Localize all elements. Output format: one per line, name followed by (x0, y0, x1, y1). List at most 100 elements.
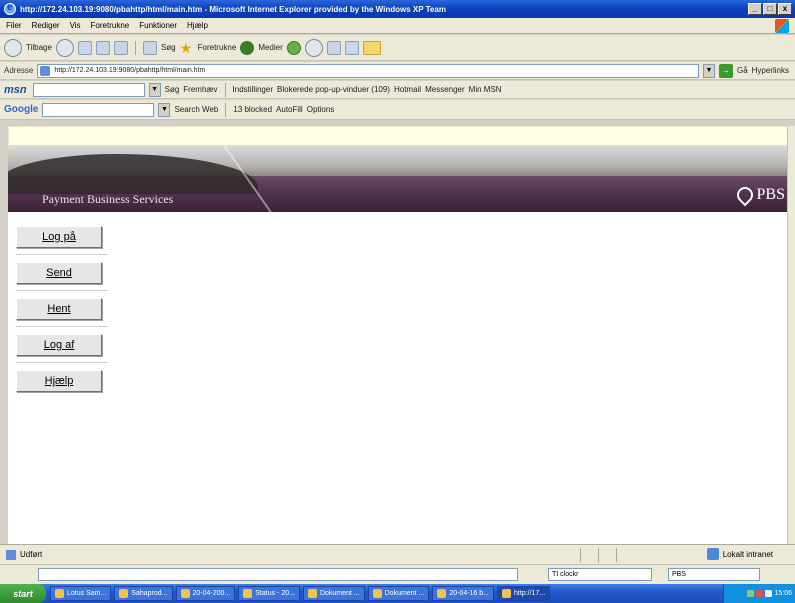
msn-popups-button[interactable]: Blokerede pop-up-vinduer (109) (277, 85, 390, 94)
status-separator (580, 548, 581, 562)
app-icon (243, 589, 253, 598)
back-arrow-icon[interactable] (4, 38, 22, 57)
msn-search-dropdown[interactable]: ▼ (148, 82, 161, 97)
close-button[interactable]: x (778, 3, 792, 15)
msn-search-input[interactable] (32, 82, 145, 97)
security-zone: Lokalt intranet (706, 548, 773, 560)
minimize-button[interactable]: _ (748, 3, 762, 15)
edit-icon[interactable] (344, 40, 359, 55)
search-button-label[interactable]: Søg (161, 43, 176, 52)
taskbar-item[interactable]: Lotus Sam... (50, 586, 112, 601)
pbs-logo-text: PBS (756, 186, 785, 203)
logout-button[interactable]: Log af (16, 334, 102, 356)
taskbar-item[interactable]: 20-04-200... (175, 586, 236, 601)
menu-tools[interactable]: Funktioner (139, 21, 177, 30)
page-icon (40, 65, 51, 76)
fetch-button[interactable]: Hent (16, 298, 102, 320)
forward-arrow-icon[interactable] (55, 38, 74, 57)
help-button[interactable]: Hjælp (16, 370, 102, 392)
taskbar: start Lotus Sam... Sahaprod... 20-04-200… (0, 584, 795, 603)
refresh-icon[interactable] (95, 40, 110, 55)
google-popup-blocker[interactable]: 13 blocked (233, 105, 272, 114)
ie-window: http://172.24.103.19:9080/pbahttp/html/m… (0, 0, 795, 603)
system-tray: 15:06 (723, 584, 795, 603)
login-button[interactable]: Log på (16, 226, 102, 248)
send-button[interactable]: Send (16, 262, 102, 284)
page-done-icon (6, 549, 16, 560)
intranet-icon (706, 548, 719, 560)
tray-icon[interactable] (756, 590, 764, 597)
taskbar-item-label: Dokument ... (384, 590, 425, 597)
taskbar-item[interactable]: Sahaprod... (114, 586, 173, 601)
msn-logo[interactable]: msn (4, 84, 27, 96)
app-icon (372, 589, 382, 598)
desktop-address-input[interactable] (38, 568, 518, 581)
taskbar-item[interactable]: 20-04-16 b... (432, 586, 495, 601)
title-bar: http://172.24.103.19:9080/pbahttp/html/m… (0, 0, 795, 18)
taskbar-item[interactable]: Dokument ... (367, 586, 430, 601)
mail-icon[interactable] (304, 38, 323, 57)
start-button[interactable]: start (0, 584, 46, 603)
print-icon[interactable] (326, 40, 341, 55)
links-label[interactable]: Hyperlinks (752, 66, 789, 75)
window-title: http://172.24.103.19:9080/pbahttp/html/m… (20, 4, 446, 14)
menu-view[interactable]: Vis (70, 21, 81, 30)
taskbar-item-label: Lotus Sam... (67, 590, 107, 597)
app-icon (119, 589, 129, 598)
menu-edit[interactable]: Rediger (32, 21, 60, 30)
maximize-button[interactable]: □ (763, 3, 777, 15)
taskbar-item-active[interactable]: http://17... (497, 586, 551, 601)
language-bar: TI clockr PBS (0, 564, 795, 584)
favorites-star-icon[interactable]: ★ (180, 41, 194, 55)
nav-divider (16, 254, 108, 255)
tray-icon[interactable] (747, 590, 755, 597)
vertical-scrollbar[interactable] (787, 126, 795, 544)
stop-icon[interactable] (77, 40, 92, 55)
favorites-button-label[interactable]: Foretrukne (198, 43, 237, 52)
menu-file[interactable]: Filer (6, 21, 22, 30)
google-autofill-button[interactable]: AutoFill (276, 105, 303, 114)
ie-icon (502, 589, 512, 598)
msn-messenger-button[interactable]: Messenger (425, 85, 465, 94)
taskbar-item[interactable]: Status - 20... (238, 586, 300, 601)
google-logo[interactable]: Google (4, 104, 38, 115)
app-icon (55, 589, 64, 598)
media-icon[interactable] (240, 40, 255, 55)
google-options-button[interactable]: Options (307, 105, 335, 114)
taskbar-item[interactable]: Dokument ... (302, 586, 365, 601)
standard-toolbar: Tilbage Søg ★ Foretrukne Medier (0, 35, 795, 61)
windows-logo-icon (775, 19, 789, 33)
address-dropdown-button[interactable]: ▼ (702, 63, 715, 78)
msn-mymsn-button[interactable]: Min MSN (469, 85, 502, 94)
google-search-dropdown[interactable]: ▼ (158, 102, 171, 117)
nav-divider (16, 290, 108, 291)
go-button-label[interactable]: Gå (737, 66, 748, 75)
google-search-web-button[interactable]: Search Web (174, 105, 218, 114)
search-icon[interactable] (142, 40, 157, 55)
langbar-clock-box[interactable]: TI clockr (548, 568, 652, 581)
msn-highlight-button[interactable]: Fremhæv (183, 85, 217, 94)
home-icon[interactable] (113, 40, 128, 55)
status-separator (616, 548, 617, 562)
menu-help[interactable]: Hjælp (187, 21, 208, 30)
msn-toolbar: msn ▼ Søg Fremhæv Indstillinger Blokered… (0, 81, 795, 99)
pbs-banner: Payment Business Services PBS (8, 146, 795, 212)
msn-hotmail-button[interactable]: Hotmail (394, 85, 421, 94)
tray-icon[interactable] (765, 590, 773, 597)
toolbar-separator (224, 82, 226, 97)
nav-divider (16, 326, 108, 327)
ie-icon (4, 2, 16, 15)
history-icon[interactable] (286, 40, 301, 55)
google-search-input[interactable] (42, 102, 155, 117)
tray-clock[interactable]: 15:06 (774, 590, 792, 597)
menu-favorites[interactable]: Foretrukne (91, 21, 130, 30)
folder-icon[interactable] (362, 40, 381, 55)
pbs-logo-icon (733, 183, 756, 207)
langbar-pbs-box[interactable]: PBS (668, 568, 760, 581)
msn-search-button[interactable]: Søg (165, 85, 180, 94)
msn-settings-button[interactable]: Indstillinger (233, 85, 273, 94)
address-input[interactable]: http://172.24.103.19:9080/pbahttp/html/m… (37, 63, 699, 78)
back-button-label[interactable]: Tilbage (26, 43, 52, 52)
go-arrow-icon[interactable]: → (718, 63, 733, 78)
media-button-label[interactable]: Medier (258, 43, 282, 52)
